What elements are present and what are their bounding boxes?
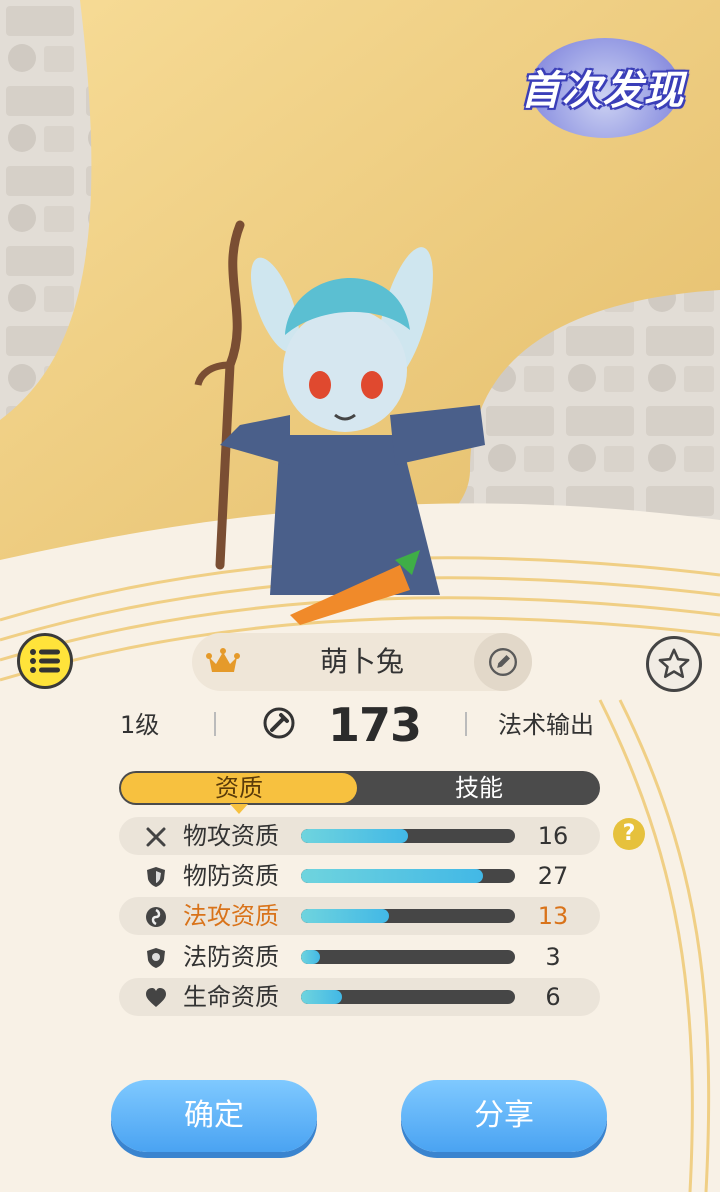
stat-bar-fill — [301, 869, 483, 883]
stat-bar-fill — [301, 950, 321, 964]
magic-shield-icon — [147, 948, 165, 968]
divider — [465, 712, 467, 736]
badge-text: 首次发现 — [520, 68, 685, 114]
favorite-button[interactable] — [646, 636, 702, 692]
stat-value: 16 — [537, 822, 569, 850]
stat-bar-fill — [301, 909, 389, 923]
stat-label: 法防资质 — [183, 943, 279, 971]
tab-skills[interactable]: 技能 — [359, 771, 599, 805]
list-menu-button[interactable] — [17, 633, 73, 689]
pet-role: 法术输出 — [498, 711, 594, 739]
crossed-swords-icon — [146, 827, 166, 847]
confirm-button[interactable]: 确定 — [111, 1080, 317, 1152]
tab-bar: 资质 技能 — [119, 771, 600, 805]
stat-row-physical-defense: 物防资质 27 — [119, 857, 600, 895]
stat-label: 物防资质 — [183, 862, 279, 890]
magic-orb-icon — [146, 907, 166, 927]
combat-power-value: 173 — [328, 698, 422, 752]
stat-bar — [301, 990, 515, 1004]
crown-icon — [206, 648, 240, 672]
stat-bar-fill — [301, 990, 342, 1004]
stat-bar — [301, 950, 515, 964]
stat-label: 生命资质 — [183, 983, 279, 1011]
stat-bar-fill — [301, 829, 408, 843]
stat-value: 6 — [545, 983, 561, 1011]
stat-value: 13 — [537, 902, 569, 930]
divider — [214, 712, 216, 736]
stat-row-physical-attack: 物攻资质 16 — [119, 817, 600, 855]
stat-bar — [301, 909, 515, 923]
stat-label: 物攻资质 — [183, 822, 279, 850]
share-button[interactable]: 分享 — [401, 1080, 607, 1152]
stat-value: 3 — [545, 943, 561, 971]
active-tab-pointer — [230, 804, 248, 814]
first-discovery-badge: 首次发现 — [510, 28, 695, 148]
help-button[interactable]: ? — [613, 818, 645, 850]
tab-aptitude[interactable]: 资质 — [121, 773, 357, 803]
stat-bar — [301, 829, 515, 843]
combat-power-icon — [263, 707, 295, 739]
pet-character-image — [194, 220, 485, 625]
stat-row-magic-attack: 法攻资质 13 — [119, 897, 600, 935]
heart-icon — [146, 988, 166, 1007]
stat-bar — [301, 869, 515, 883]
stat-label: 法攻资质 — [183, 902, 279, 930]
rename-button[interactable] — [474, 633, 532, 691]
shield-icon — [147, 867, 165, 887]
stat-value: 27 — [537, 862, 569, 890]
edit-pencil-icon — [489, 648, 517, 676]
stat-row-magic-defense: 法防资质 3 — [119, 938, 600, 976]
pet-level: 1级 — [120, 711, 160, 739]
list-icon — [30, 649, 60, 673]
pet-nameplate: 萌卜兔 — [192, 633, 532, 691]
stat-row-health: 生命资质 6 — [119, 978, 600, 1016]
star-icon — [658, 648, 690, 679]
